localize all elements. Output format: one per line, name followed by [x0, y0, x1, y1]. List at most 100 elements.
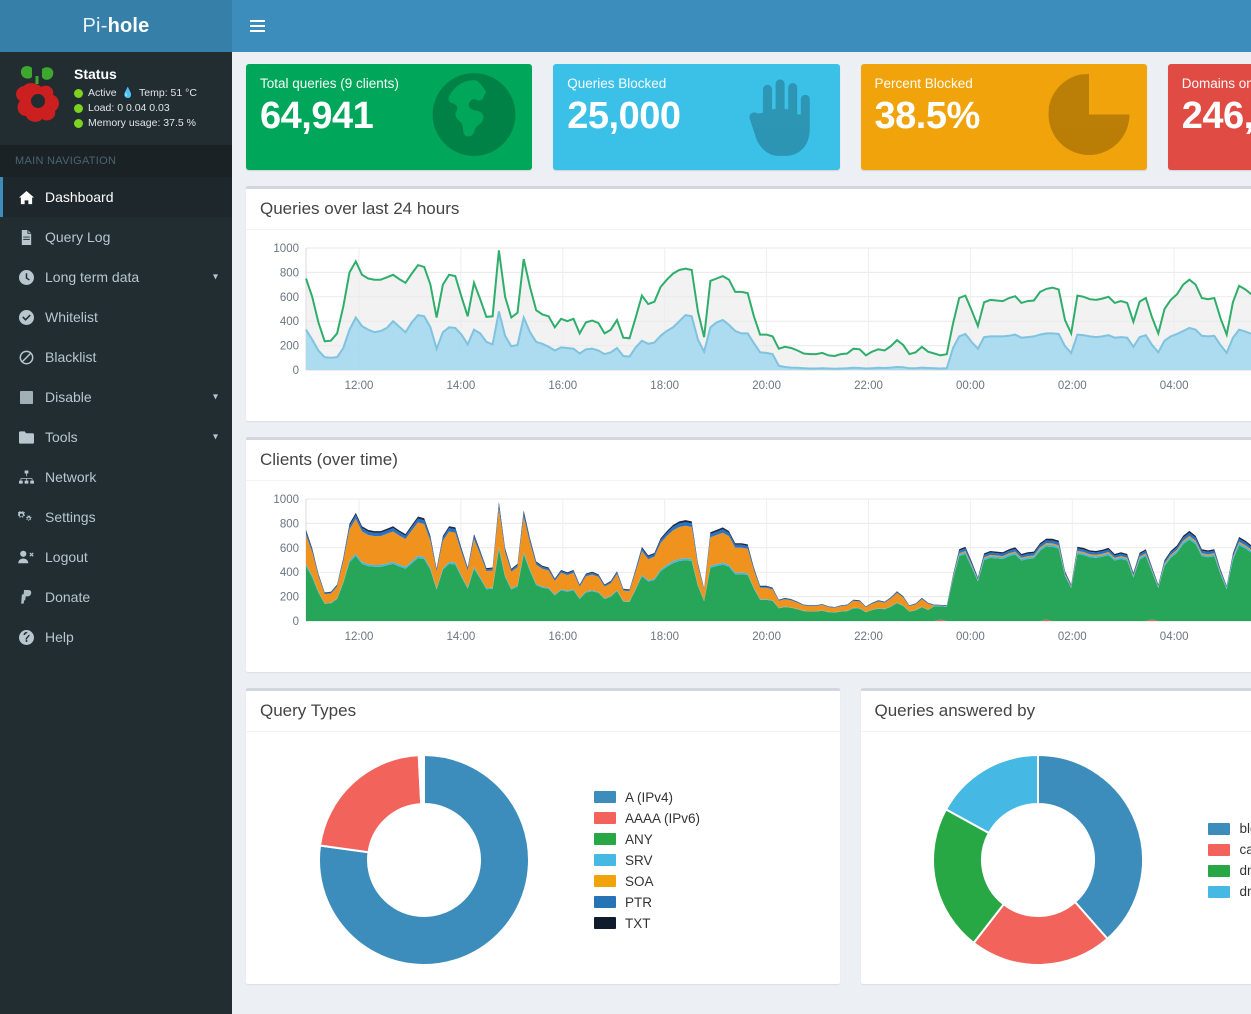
- status-dot-active: [74, 89, 83, 98]
- svg-text:200: 200: [280, 341, 299, 353]
- legend-item[interactable]: A (IPv4): [593, 789, 826, 805]
- legend-item[interactable]: PTR: [593, 894, 826, 910]
- sidebar-link-1[interactable]: Query Log: [0, 217, 232, 257]
- svg-text:04:00: 04:00: [1160, 380, 1189, 392]
- legend-label: A (IPv4): [624, 789, 673, 805]
- svg-text:14:00: 14:00: [446, 631, 475, 643]
- sidebar-logo[interactable]: Pi-hole: [0, 0, 232, 52]
- stat-card-label: Queries Blocked: [567, 76, 667, 91]
- square-icon: [17, 390, 35, 404]
- stat-card-label: Domains on Blocklist: [1181, 76, 1251, 91]
- queries-24h-panel: Queries over last 24 hours 0 200 400 600 800…: [246, 186, 1251, 421]
- sidebar-item-long-term-data[interactable]: Long term data ▾: [0, 257, 232, 297]
- legend-swatch-icon: [593, 875, 616, 887]
- svg-text:600: 600: [280, 292, 299, 304]
- sidebar-item-label: Dashboard: [45, 189, 114, 205]
- status-load-label: Load: 0 0.04 0.03: [88, 102, 170, 114]
- sidebar-item-dashboard[interactable]: Dashboard: [0, 177, 232, 217]
- query-types-title: Query Types: [260, 701, 357, 720]
- status-active-label: Active: [88, 87, 117, 99]
- legend-item[interactable]: ANY: [593, 832, 826, 847]
- stat-card-0[interactable]: Total queries (9 clients) 64,941: [246, 64, 533, 170]
- sidebar-link-4[interactable]: Blacklist: [0, 337, 232, 377]
- sidebar-link-7[interactable]: Network: [0, 457, 232, 497]
- legend-item[interactable]: cache: [1208, 842, 1251, 857]
- sidebar-link-5[interactable]: Disable ▾: [0, 377, 232, 417]
- legend-item[interactable]: TXT: [593, 916, 826, 931]
- legend-label: cache: [1239, 842, 1251, 857]
- stat-card-2[interactable]: Percent Blocked 38.5%: [860, 64, 1147, 170]
- stat-card-3[interactable]: Domains on Blocklist 246,878: [1167, 64, 1251, 170]
- sidebar-link-2[interactable]: Long term data ▾: [0, 257, 232, 297]
- legend-label: AAAA (IPv6): [624, 810, 701, 826]
- svg-text:16:00: 16:00: [548, 631, 577, 643]
- answered-by-body: blocklist cache dns.google dns.google: [861, 732, 1251, 984]
- donut-slice-ptr: [422, 753, 425, 806]
- status-text-group: Status Active 💧 Temp: 51 °C Load: 0 0.04…: [74, 64, 197, 131]
- sidebar-item-tools[interactable]: Tools ▾: [0, 417, 232, 457]
- user-times-icon: [17, 550, 35, 564]
- gears-icon: [17, 510, 35, 524]
- content-wrapper: brian Pi-hole Total queries (9 clients) 6…: [232, 0, 1251, 1014]
- legend-item[interactable]: SOA: [593, 874, 826, 889]
- status-memory-label: Memory usage: 37.5 %: [88, 117, 196, 129]
- sidebar-item-disable[interactable]: Disable ▾: [0, 377, 232, 417]
- sidebar-item-blacklist[interactable]: Blacklist: [0, 337, 232, 377]
- legend-item[interactable]: SRV: [593, 853, 826, 868]
- sidebar-item-logout[interactable]: Logout: [0, 537, 232, 577]
- sidebar-item-label: Long term data: [45, 269, 140, 285]
- chevron-down-icon: ▾: [212, 391, 218, 403]
- stat-card-1[interactable]: Queries Blocked 25,000: [553, 64, 840, 170]
- legend-label: PTR: [624, 894, 652, 910]
- sidebar-item-label: Whitelist: [45, 309, 98, 325]
- svg-text:600: 600: [280, 543, 299, 555]
- svg-text:22:00: 22:00: [854, 631, 883, 643]
- chevron-down-icon: ▾: [212, 271, 218, 283]
- legend-item[interactable]: AAAA (IPv6): [593, 810, 826, 826]
- sidebar-item-donate[interactable]: Donate: [0, 577, 232, 617]
- sidebar-link-11[interactable]: Help: [0, 617, 232, 657]
- sidebar-item-label: Help: [45, 629, 74, 645]
- sidebar-link-6[interactable]: Tools ▾: [0, 417, 232, 457]
- query-types-donut-wrap: [260, 742, 588, 978]
- legend-item[interactable]: dns.google: [1208, 884, 1251, 899]
- queries-24h-title: Queries over last 24 hours: [260, 199, 460, 218]
- stat-card-label: Total queries (9 clients): [260, 76, 399, 91]
- status-dot-load: [74, 104, 83, 113]
- sidebar-link-3[interactable]: Whitelist: [0, 297, 232, 337]
- hamburger-icon[interactable]: [250, 20, 265, 32]
- sidebar-link-8[interactable]: Settings: [0, 497, 232, 537]
- legend-swatch-icon: [1208, 822, 1231, 835]
- svg-text:400: 400: [280, 567, 299, 579]
- sidebar-item-help[interactable]: Help: [0, 617, 232, 657]
- status-memory-line: Memory usage: 37.5 %: [74, 116, 197, 131]
- nav-section-header: MAIN NAVIGATION: [0, 145, 232, 177]
- raspberry-pi-logo-icon: [16, 65, 59, 122]
- status-dot-memory: [74, 119, 83, 128]
- legend-item[interactable]: blocklist: [1208, 821, 1251, 836]
- clients-title: Clients (over time): [260, 450, 398, 469]
- svg-text:22:00: 22:00: [854, 380, 883, 392]
- svg-text:800: 800: [280, 518, 299, 530]
- sidebar-item-label: Logout: [45, 549, 88, 565]
- clock-icon: [17, 269, 35, 285]
- sidebar-item-network[interactable]: Network: [0, 457, 232, 497]
- sidebar-item-whitelist[interactable]: Whitelist: [0, 297, 232, 337]
- sidebar-link-0[interactable]: Dashboard: [0, 177, 232, 217]
- sidebar-item-settings[interactable]: Settings: [0, 497, 232, 537]
- svg-text:02:00: 02:00: [1058, 380, 1087, 392]
- clients-over-time-chart[interactable]: 0 200 400 600 800 1000 12:00 14:00 16:00 18:00 20:…: [260, 491, 1251, 661]
- sidebar-item-query-log[interactable]: Query Log: [0, 217, 232, 257]
- legend-item[interactable]: dns.google: [1208, 863, 1251, 878]
- stat-card-label: Percent Blocked: [874, 76, 973, 91]
- sitemap-icon: [17, 470, 35, 484]
- main-content: Total queries (9 clients) 64,941 Queries B…: [232, 52, 1251, 1014]
- legend-swatch-icon: [593, 791, 616, 803]
- legend-swatch-icon: [593, 854, 616, 866]
- query-types-donut-chart[interactable]: [306, 742, 542, 978]
- sidebar-link-10[interactable]: Donate: [0, 577, 232, 617]
- answered-by-donut-chart[interactable]: [920, 742, 1156, 978]
- queries-over-time-chart[interactable]: 0 200 400 600 800 1000 12:00 14:00 16:00 18:00 20:…: [260, 240, 1251, 410]
- status-active-line: Active 💧 Temp: 51 °C: [74, 86, 197, 101]
- sidebar-link-9[interactable]: Logout: [0, 537, 232, 577]
